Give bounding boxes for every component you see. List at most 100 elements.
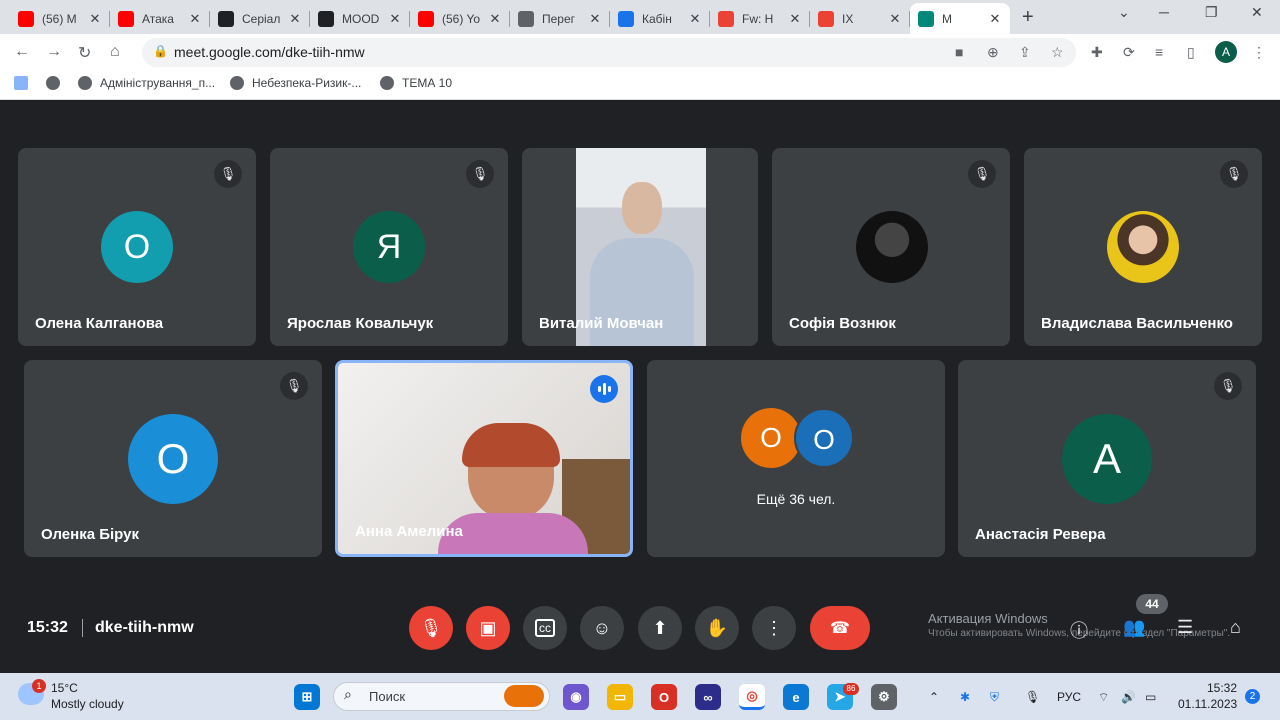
more-vert-icon: ⋮ bbox=[765, 617, 783, 638]
browser-tab[interactable]: Кабін ✕ bbox=[610, 3, 710, 34]
extensions-icon[interactable]: ✚ bbox=[1091, 44, 1103, 61]
close-tab-icon[interactable]: ✕ bbox=[588, 11, 602, 27]
notification-badge[interactable]: 2 bbox=[1245, 689, 1260, 704]
menu-icon[interactable]: ⋮ bbox=[1252, 44, 1266, 61]
battery-icon[interactable]: ▭ bbox=[1145, 690, 1156, 704]
back-icon[interactable]: ← bbox=[14, 43, 30, 61]
wifi-icon[interactable]: ⌔ bbox=[1098, 690, 1109, 705]
browser-tab[interactable]: Перег ✕ bbox=[510, 3, 610, 34]
browser-tab[interactable]: Серіал ✕ bbox=[210, 3, 310, 34]
forward-icon[interactable]: → bbox=[46, 43, 62, 61]
present-button[interactable]: ⬆ bbox=[638, 606, 682, 650]
participant-tile[interactable]: 🎙 О Олена Калганова bbox=[18, 148, 256, 346]
reactions-button[interactable]: ☺ bbox=[580, 606, 624, 650]
more-options-button[interactable]: ⋮ bbox=[752, 606, 796, 650]
people-icon[interactable]: 👥 bbox=[1123, 617, 1145, 638]
close-tab-icon[interactable]: ✕ bbox=[888, 11, 902, 27]
close-window-icon[interactable]: ✕ bbox=[1251, 4, 1263, 21]
close-tab-icon[interactable]: ✕ bbox=[788, 11, 802, 27]
participant-tile[interactable]: 🎙 О Оленка Бірук bbox=[24, 360, 322, 557]
browser-tab[interactable]: MOOD ✕ bbox=[310, 3, 410, 34]
film-icon bbox=[218, 10, 234, 27]
close-tab-icon[interactable]: ✕ bbox=[188, 11, 202, 27]
search-placeholder: Поиск bbox=[369, 689, 406, 704]
participant-tile[interactable]: 🎙 Я Ярослав Ковальчук bbox=[270, 148, 508, 346]
reload-icon[interactable]: ↻ bbox=[78, 43, 91, 63]
tab-title: Атака bbox=[142, 11, 174, 26]
chrome-icon[interactable]: ◎ bbox=[739, 684, 765, 710]
participant-tile[interactable]: Виталий Мовчан bbox=[522, 148, 758, 346]
chat-icon[interactable]: ☰ bbox=[1177, 617, 1193, 638]
avatar: О bbox=[101, 211, 173, 283]
bookmark-item[interactable]: Адміністрування_п... bbox=[78, 76, 215, 90]
taskbar-date[interactable]: 01.11.2023 bbox=[1178, 697, 1237, 711]
more-participants-tile[interactable]: О О Ещё 36 чел. bbox=[647, 360, 945, 557]
face-icon bbox=[518, 10, 534, 27]
bluetooth-icon[interactable]: ✱ bbox=[960, 690, 970, 704]
browser-tab[interactable]: IX ✕ bbox=[810, 3, 910, 34]
close-tab-icon[interactable]: ✕ bbox=[88, 11, 102, 27]
url-text[interactable]: meet.google.com/dke-tiih-nmw bbox=[174, 44, 365, 60]
close-tab-icon[interactable]: ✕ bbox=[688, 11, 702, 27]
sync-icon[interactable]: ⟳ bbox=[1123, 44, 1135, 61]
new-tab-button[interactable]: + bbox=[1022, 6, 1034, 29]
microphone-icon[interactable]: 🎙 bbox=[1025, 690, 1040, 704]
home-icon[interactable]: ⌂ bbox=[110, 43, 120, 61]
profile-avatar[interactable]: A bbox=[1215, 41, 1237, 63]
close-tab-icon[interactable]: ✕ bbox=[488, 11, 502, 27]
participant-tile-active-speaker[interactable]: Анна Амелина bbox=[335, 360, 633, 557]
language-indicator[interactable]: РУС bbox=[1057, 690, 1081, 704]
captions-button[interactable]: cc bbox=[523, 606, 567, 650]
participant-tile[interactable]: 🎙 Владислава Васильченко bbox=[1024, 148, 1262, 346]
minimize-icon[interactable]: ⌄ bbox=[1118, 4, 1130, 21]
tab-title: Перег bbox=[542, 11, 576, 26]
leave-call-button[interactable]: ☎ bbox=[810, 606, 870, 650]
media-icon[interactable]: ≡ bbox=[1155, 44, 1163, 60]
opera-icon[interactable]: O bbox=[651, 684, 677, 710]
activation-title: Активация Windows bbox=[928, 611, 1048, 626]
zoom-icon[interactable]: ⊕ bbox=[987, 44, 999, 61]
weather-temp[interactable]: 15°C bbox=[51, 681, 78, 695]
lock-icon[interactable]: 🔒 bbox=[153, 44, 168, 58]
star-icon[interactable]: ☆ bbox=[1051, 44, 1064, 61]
camera-icon[interactable]: ■ bbox=[955, 44, 963, 60]
tray-chevron-icon[interactable]: ⌃ bbox=[929, 690, 939, 704]
windows-start-icon[interactable]: ⊞ bbox=[294, 684, 320, 710]
taskbar-time[interactable]: 15:32 bbox=[1207, 681, 1237, 695]
bookmark-item[interactable]: ТЕМА 10 bbox=[380, 76, 452, 90]
edge-icon[interactable]: e bbox=[783, 684, 809, 710]
defender-icon[interactable]: ⛨ bbox=[990, 690, 999, 705]
reading-list-icon[interactable] bbox=[14, 76, 36, 90]
browser-tab[interactable]: Атака ✕ bbox=[110, 3, 210, 34]
browser-tab[interactable]: Fw: Н ✕ bbox=[710, 3, 810, 34]
globe-icon[interactable] bbox=[46, 76, 68, 90]
file-explorer-icon[interactable]: ▭ bbox=[607, 684, 633, 710]
participant-count-badge: 44 bbox=[1136, 594, 1168, 614]
mic-toggle-button[interactable]: 🎙 bbox=[409, 606, 453, 650]
settings-icon[interactable]: ⚙ bbox=[871, 684, 897, 710]
sidepanel-icon[interactable]: ▯ bbox=[1187, 44, 1195, 61]
restore-window-icon[interactable]: ❐ bbox=[1205, 4, 1218, 21]
camera-toggle-button[interactable]: ▣ bbox=[466, 606, 510, 650]
browser-tab[interactable]: (56) Yo ✕ bbox=[410, 3, 510, 34]
weather-desc[interactable]: Mostly cloudy bbox=[51, 697, 124, 711]
volume-icon[interactable]: 🔊 bbox=[1121, 690, 1136, 704]
bookmark-item[interactable]: Небезпека-Ризик-... bbox=[230, 76, 361, 90]
close-tab-icon[interactable]: ✕ bbox=[288, 11, 302, 27]
minimize-window-icon[interactable]: ─ bbox=[1159, 4, 1169, 20]
participant-tile[interactable]: 🎙 А Анастасія Ревера bbox=[958, 360, 1256, 557]
raise-hand-button[interactable]: ✋ bbox=[695, 606, 739, 650]
activities-icon[interactable]: ⌂ bbox=[1230, 617, 1241, 638]
youtube-icon bbox=[118, 10, 134, 27]
chat-app-icon[interactable]: ◉ bbox=[563, 684, 589, 710]
close-tab-icon[interactable]: ✕ bbox=[988, 11, 1002, 27]
meeting-info-icon[interactable]: ⓘ bbox=[1070, 617, 1088, 643]
avatar: О bbox=[128, 414, 218, 504]
captions-icon: cc bbox=[535, 619, 555, 637]
browser-tab[interactable]: (56) M ✕ bbox=[10, 3, 110, 34]
participant-tile[interactable]: 🎙 Софія Вознюк bbox=[772, 148, 1010, 346]
app-icon[interactable]: ∞ bbox=[695, 684, 721, 710]
share-icon[interactable]: ⇪ bbox=[1019, 44, 1031, 61]
close-tab-icon[interactable]: ✕ bbox=[388, 11, 402, 27]
browser-tab[interactable]: M ✕ bbox=[910, 3, 1010, 34]
